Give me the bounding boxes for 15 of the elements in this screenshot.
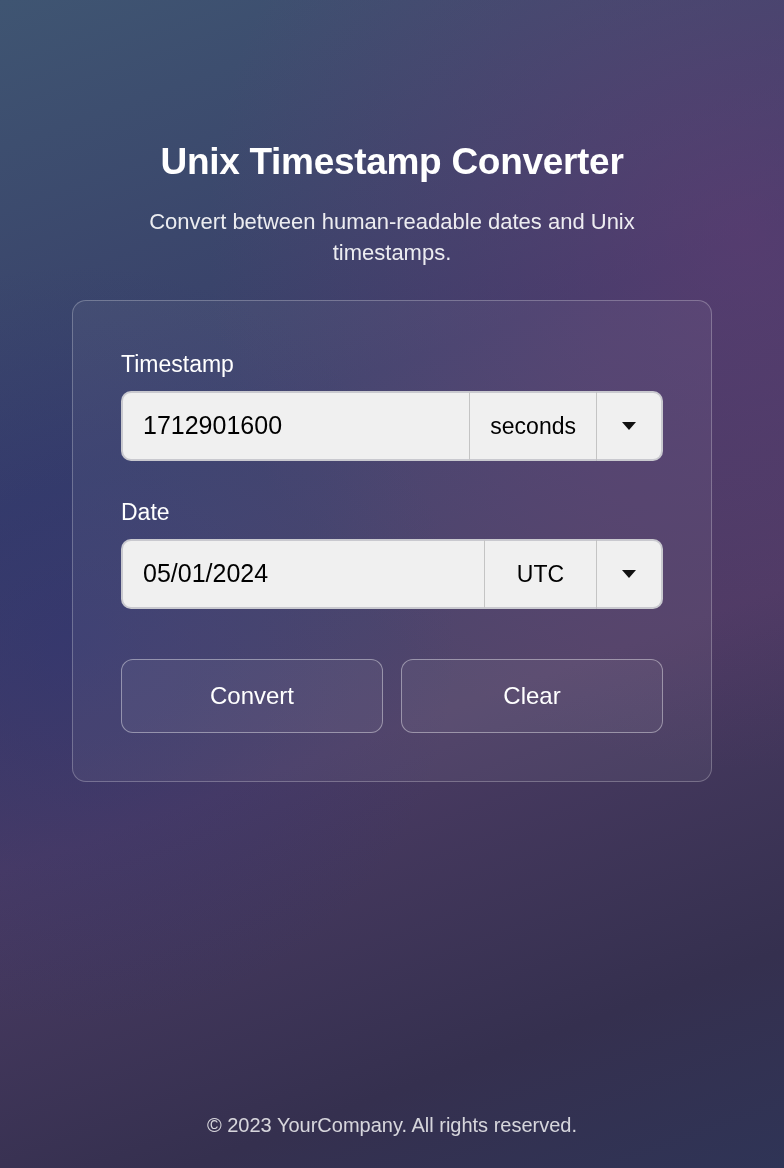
- footer-text: © 2023 YourCompany. All rights reserved.: [206, 1113, 578, 1138]
- page-title: Unix Timestamp Converter: [160, 140, 624, 184]
- caret-icon: [622, 422, 636, 430]
- action-button[interactable]: Convert: [121, 659, 383, 733]
- caret-icon: [622, 570, 636, 578]
- input-field[interactable]: 05/01/2024: [121, 539, 484, 609]
- unit-dropdown[interactable]: UTC: [484, 539, 596, 609]
- input-field[interactable]: 1712901600: [121, 391, 470, 461]
- dropdown-button[interactable]: [596, 391, 663, 461]
- action-button[interactable]: Clear: [401, 659, 663, 733]
- page-subtitle: Convert between human-readable dates and Unix timestamps.: [148, 208, 636, 267]
- unit-dropdown[interactable]: seconds: [469, 391, 596, 461]
- dropdown-button[interactable]: [596, 539, 663, 609]
- field-label: Timestamp: [121, 350, 235, 379]
- field-label: Date: [121, 498, 171, 527]
